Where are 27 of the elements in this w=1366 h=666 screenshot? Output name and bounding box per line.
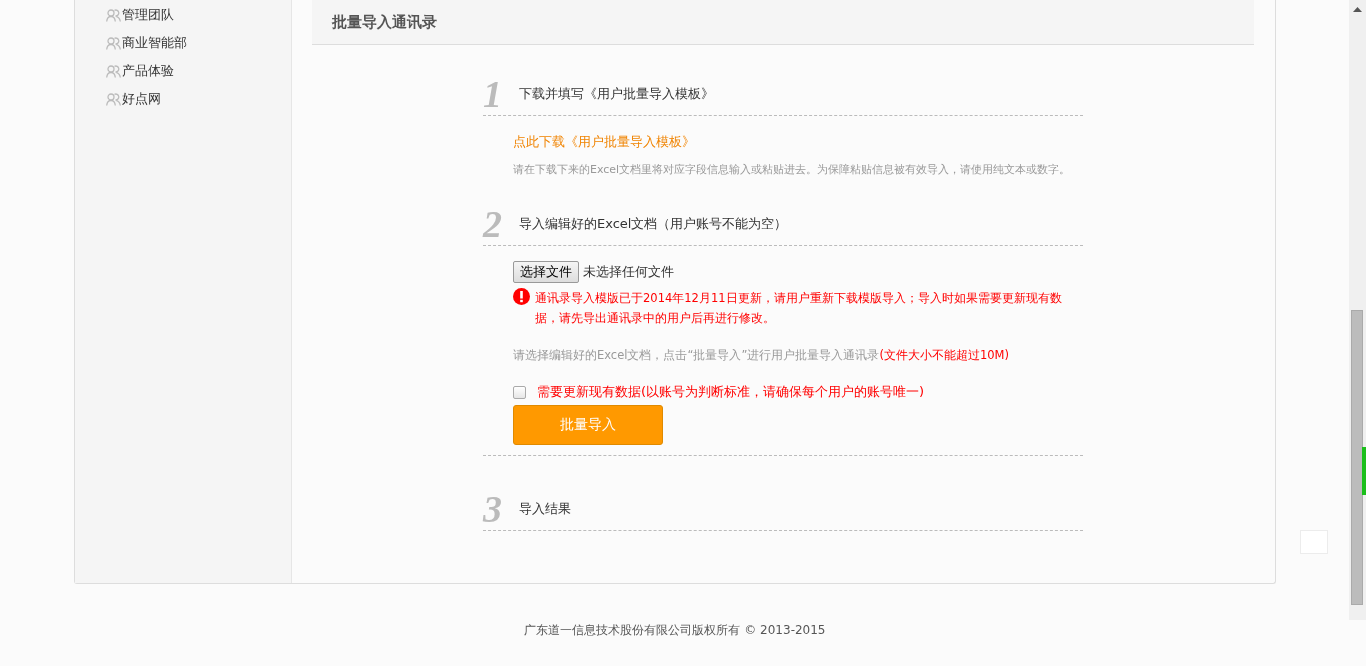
sidebar-item[interactable]: 产品体验 [122, 62, 174, 80]
warning-text: 通讯录导入模版已于2014年12月11日更新，请用户重新下载模版导入；导入时如果需要更新现有数据，请先导出通讯录中的用户后再进行修改。 [535, 290, 1063, 327]
step-number: 2 [483, 205, 503, 243]
step-title: 导入结果 [519, 500, 571, 518]
warning-icon [513, 288, 530, 305]
checkbox-label: 需要更新现有数据(以账号为判断标准，请确保每个用户的账号唯一) [537, 383, 925, 401]
instruction-text: 请在下载下来的Excel文档里将对应字段信息输入或粘贴进去。为保障粘贴信息被有效导入，请使用纯文本或数字。 [513, 162, 1072, 178]
people-icon [106, 36, 121, 50]
size-limit-text: (文件大小不能超过10M) [879, 348, 1009, 362]
step-title: 下载并填写《用户批量导入模板》 [519, 85, 714, 103]
people-icon [106, 64, 121, 78]
step-title: 导入编辑好的Excel文档（用户账号不能为空） [519, 215, 788, 233]
step-number: 1 [483, 75, 503, 113]
sidebar-item[interactable]: 管理团队 [122, 6, 174, 24]
checkbox[interactable] [513, 385, 526, 399]
page-title: 批量导入通讯录 [332, 12, 437, 32]
hint-text: 请选择编辑好的Excel文档，点击“批量导入”进行用户批量导入通讯录 [513, 348, 880, 362]
sidebar-item[interactable]: 好点网 [122, 90, 161, 108]
file-status: 未选择任何文件 [583, 263, 674, 281]
scrollbar-thumb[interactable] [1351, 310, 1363, 605]
choose-file-button[interactable]: 选择文件 [513, 261, 579, 283]
people-icon [106, 8, 121, 22]
sidebar-item[interactable]: 商业智能部 [122, 34, 187, 52]
people-icon [106, 92, 121, 106]
step-number: 3 [483, 490, 503, 528]
scroll-up-icon[interactable] [1353, 7, 1362, 12]
copyright-text: 广东道一信息技术股份有限公司版权所有 © 2013-2015 [523, 622, 827, 639]
